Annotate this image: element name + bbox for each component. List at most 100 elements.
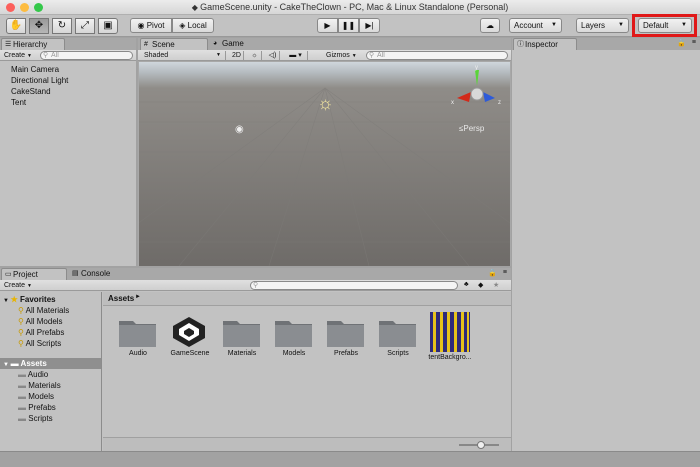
project-search-input[interactable]: ⚲ <box>250 281 458 290</box>
step-button[interactable]: ▶| <box>359 18 380 33</box>
tab-console[interactable]: ▤ Console <box>70 268 128 280</box>
filter-by-label-icon[interactable]: ◆ <box>478 281 483 289</box>
move-tool-button[interactable]: ✥ <box>29 18 49 34</box>
rect-tool-button[interactable]: ▣ <box>98 18 118 34</box>
audio-toggle[interactable]: ◁) <box>266 51 280 60</box>
folder-label: Materials <box>28 381 61 390</box>
hierarchy-search-input[interactable]: ⚲ All <box>40 51 133 60</box>
lock-icon[interactable]: 🔒 <box>488 269 497 277</box>
favorite-item[interactable]: ⚲ All Scripts <box>18 338 69 349</box>
minimize-window-button[interactable] <box>20 3 29 12</box>
asset-grid-item[interactable]: Models <box>266 316 322 357</box>
project-create-dropdown[interactable]: Create ▼ <box>4 281 32 290</box>
asset-grid-item[interactable]: Scripts <box>370 316 426 357</box>
lighting-toggle[interactable]: ☼ <box>248 51 262 60</box>
scene-viewport[interactable]: ☼ ◉ y x z ≤Persp <box>139 62 510 266</box>
slider-thumb[interactable] <box>477 441 485 449</box>
tab-inspector[interactable]: ⓘ Inspector <box>513 38 577 50</box>
projection-toggle[interactable]: ≤Persp <box>459 124 484 133</box>
favorite-item[interactable]: ⚲ All Models <box>18 316 69 327</box>
y-axis-cone[interactable] <box>475 70 479 86</box>
scene-search-input[interactable]: ⚲ All <box>366 51 508 60</box>
favorite-label: All Materials <box>25 306 70 315</box>
assets-root-item[interactable]: ▼ ▬ Assets <box>0 358 101 369</box>
console-icon: ▤ <box>72 270 79 277</box>
hierarchy-create-dropdown[interactable]: Create ▼ <box>4 51 32 60</box>
project-tab-row: ▭ Project ▤ Console 🔒 ≡ <box>0 268 511 280</box>
search-icon: ⚲ <box>18 317 26 326</box>
dropdown-arrow-icon: ▼ <box>26 53 32 59</box>
filter-by-type-icon[interactable]: ♣ <box>464 281 469 288</box>
scale-tool-button[interactable]: ⤢ <box>75 18 95 34</box>
asset-grid-item[interactable]: Materials <box>214 316 270 357</box>
layers-dropdown[interactable]: Layers ▼ <box>576 18 629 33</box>
effects-dropdown[interactable]: ▬ ▾ <box>284 51 308 60</box>
lock-icon[interactable]: 🔒 <box>677 39 686 47</box>
local-label: Local <box>187 21 207 30</box>
asset-label: Materials <box>227 350 257 357</box>
tab-hierarchy[interactable]: ☰ Hierarchy <box>1 38 65 50</box>
folder-icon: ▬ <box>18 414 29 423</box>
hierarchy-list: Main Camera Directional Light CakeStand … <box>11 64 68 108</box>
hand-tool-button[interactable]: ✋ <box>6 18 26 34</box>
shading-mode-dropdown[interactable]: Shaded ▼ <box>144 51 226 60</box>
tab-game[interactable]: ◕ Game <box>211 38 261 50</box>
assets-browser: Assets ► Audio GameScene Materials Model… <box>103 292 511 451</box>
asset-grid-item[interactable]: Audio <box>110 316 166 357</box>
hierarchy-item[interactable]: Tent <box>11 97 68 108</box>
cloud-button[interactable]: ☁ <box>480 18 500 33</box>
favorite-item[interactable]: ⚲ All Materials <box>18 305 69 316</box>
assets-label: Assets <box>20 359 47 368</box>
rotate-tool-button[interactable]: ↻ <box>52 18 72 34</box>
pause-button[interactable]: ❚❚ <box>338 18 359 33</box>
hierarchy-item[interactable]: Main Camera <box>11 64 68 75</box>
account-dropdown[interactable]: Account ▼ <box>509 18 562 33</box>
create-label: Create <box>4 282 26 289</box>
breadcrumb-assets[interactable]: Assets <box>108 294 134 303</box>
x-axis-cone[interactable] <box>457 92 471 102</box>
orientation-gizmo[interactable] <box>451 68 503 120</box>
unity-scene-icon <box>173 317 205 347</box>
folder-icon <box>119 321 156 347</box>
speaker-icon: ◁) <box>268 52 277 59</box>
tab-scene[interactable]: # Scene <box>140 38 208 50</box>
pivot-toggle[interactable]: ◉ Pivot <box>130 18 172 33</box>
search-icon: ⚲ <box>369 52 375 59</box>
directional-light-gizmo-icon[interactable]: ☼ <box>317 94 334 112</box>
layout-label: Default <box>643 21 669 30</box>
asset-grid-item[interactable]: Prefabs <box>318 316 374 357</box>
play-button[interactable]: ▶ <box>317 18 338 33</box>
sun-icon: ☼ <box>251 52 258 59</box>
local-toggle[interactable]: ◈ Local <box>172 18 214 33</box>
camera-gizmo-icon[interactable]: ◉ <box>235 124 244 135</box>
mode-2d-toggle[interactable]: 2D <box>230 51 244 60</box>
layout-dropdown[interactable]: Default ▼ <box>638 18 692 33</box>
favorites-header[interactable]: ▼ ★ Favorites <box>3 294 56 305</box>
asset-label: GameScene <box>170 350 210 357</box>
close-window-button[interactable] <box>6 3 15 12</box>
dropdown-arrow-icon: ▼ <box>618 22 624 28</box>
folder-icon: ▬ <box>18 381 29 390</box>
asset-folder-item[interactable]: ▬ Audio <box>18 369 61 380</box>
asset-folder-item[interactable]: ▬ Scripts <box>18 413 61 424</box>
center-cube[interactable] <box>470 87 484 101</box>
favorite-item[interactable]: ⚲ All Prefabs <box>18 327 69 338</box>
gizmos-dropdown[interactable]: Gizmos ▼ <box>326 51 362 60</box>
favorite-star-icon[interactable]: ★ <box>493 281 499 289</box>
asset-folder-item[interactable]: ▬ Prefabs <box>18 402 61 413</box>
z-axis-cone[interactable] <box>483 92 495 102</box>
asset-grid-item[interactable]: tentBackgro... <box>422 312 478 361</box>
star-icon: ★ <box>10 295 18 304</box>
panel-menu-icon[interactable]: ≡ <box>503 269 507 276</box>
asset-grid-item[interactable]: GameScene <box>162 316 218 357</box>
zoom-window-button[interactable] <box>34 3 43 12</box>
pivot-icon: ◉ <box>137 21 147 30</box>
panel-menu-icon[interactable]: ≡ <box>692 39 696 46</box>
gizmos-label: Gizmos <box>326 52 350 59</box>
asset-folder-item[interactable]: ▬ Models <box>18 391 61 402</box>
asset-folder-item[interactable]: ▬ Materials <box>18 380 61 391</box>
asset-label: Audio <box>129 350 147 357</box>
hierarchy-item[interactable]: Directional Light <box>11 75 68 86</box>
hierarchy-item[interactable]: CakeStand <box>11 86 68 97</box>
tab-project[interactable]: ▭ Project <box>1 268 67 280</box>
